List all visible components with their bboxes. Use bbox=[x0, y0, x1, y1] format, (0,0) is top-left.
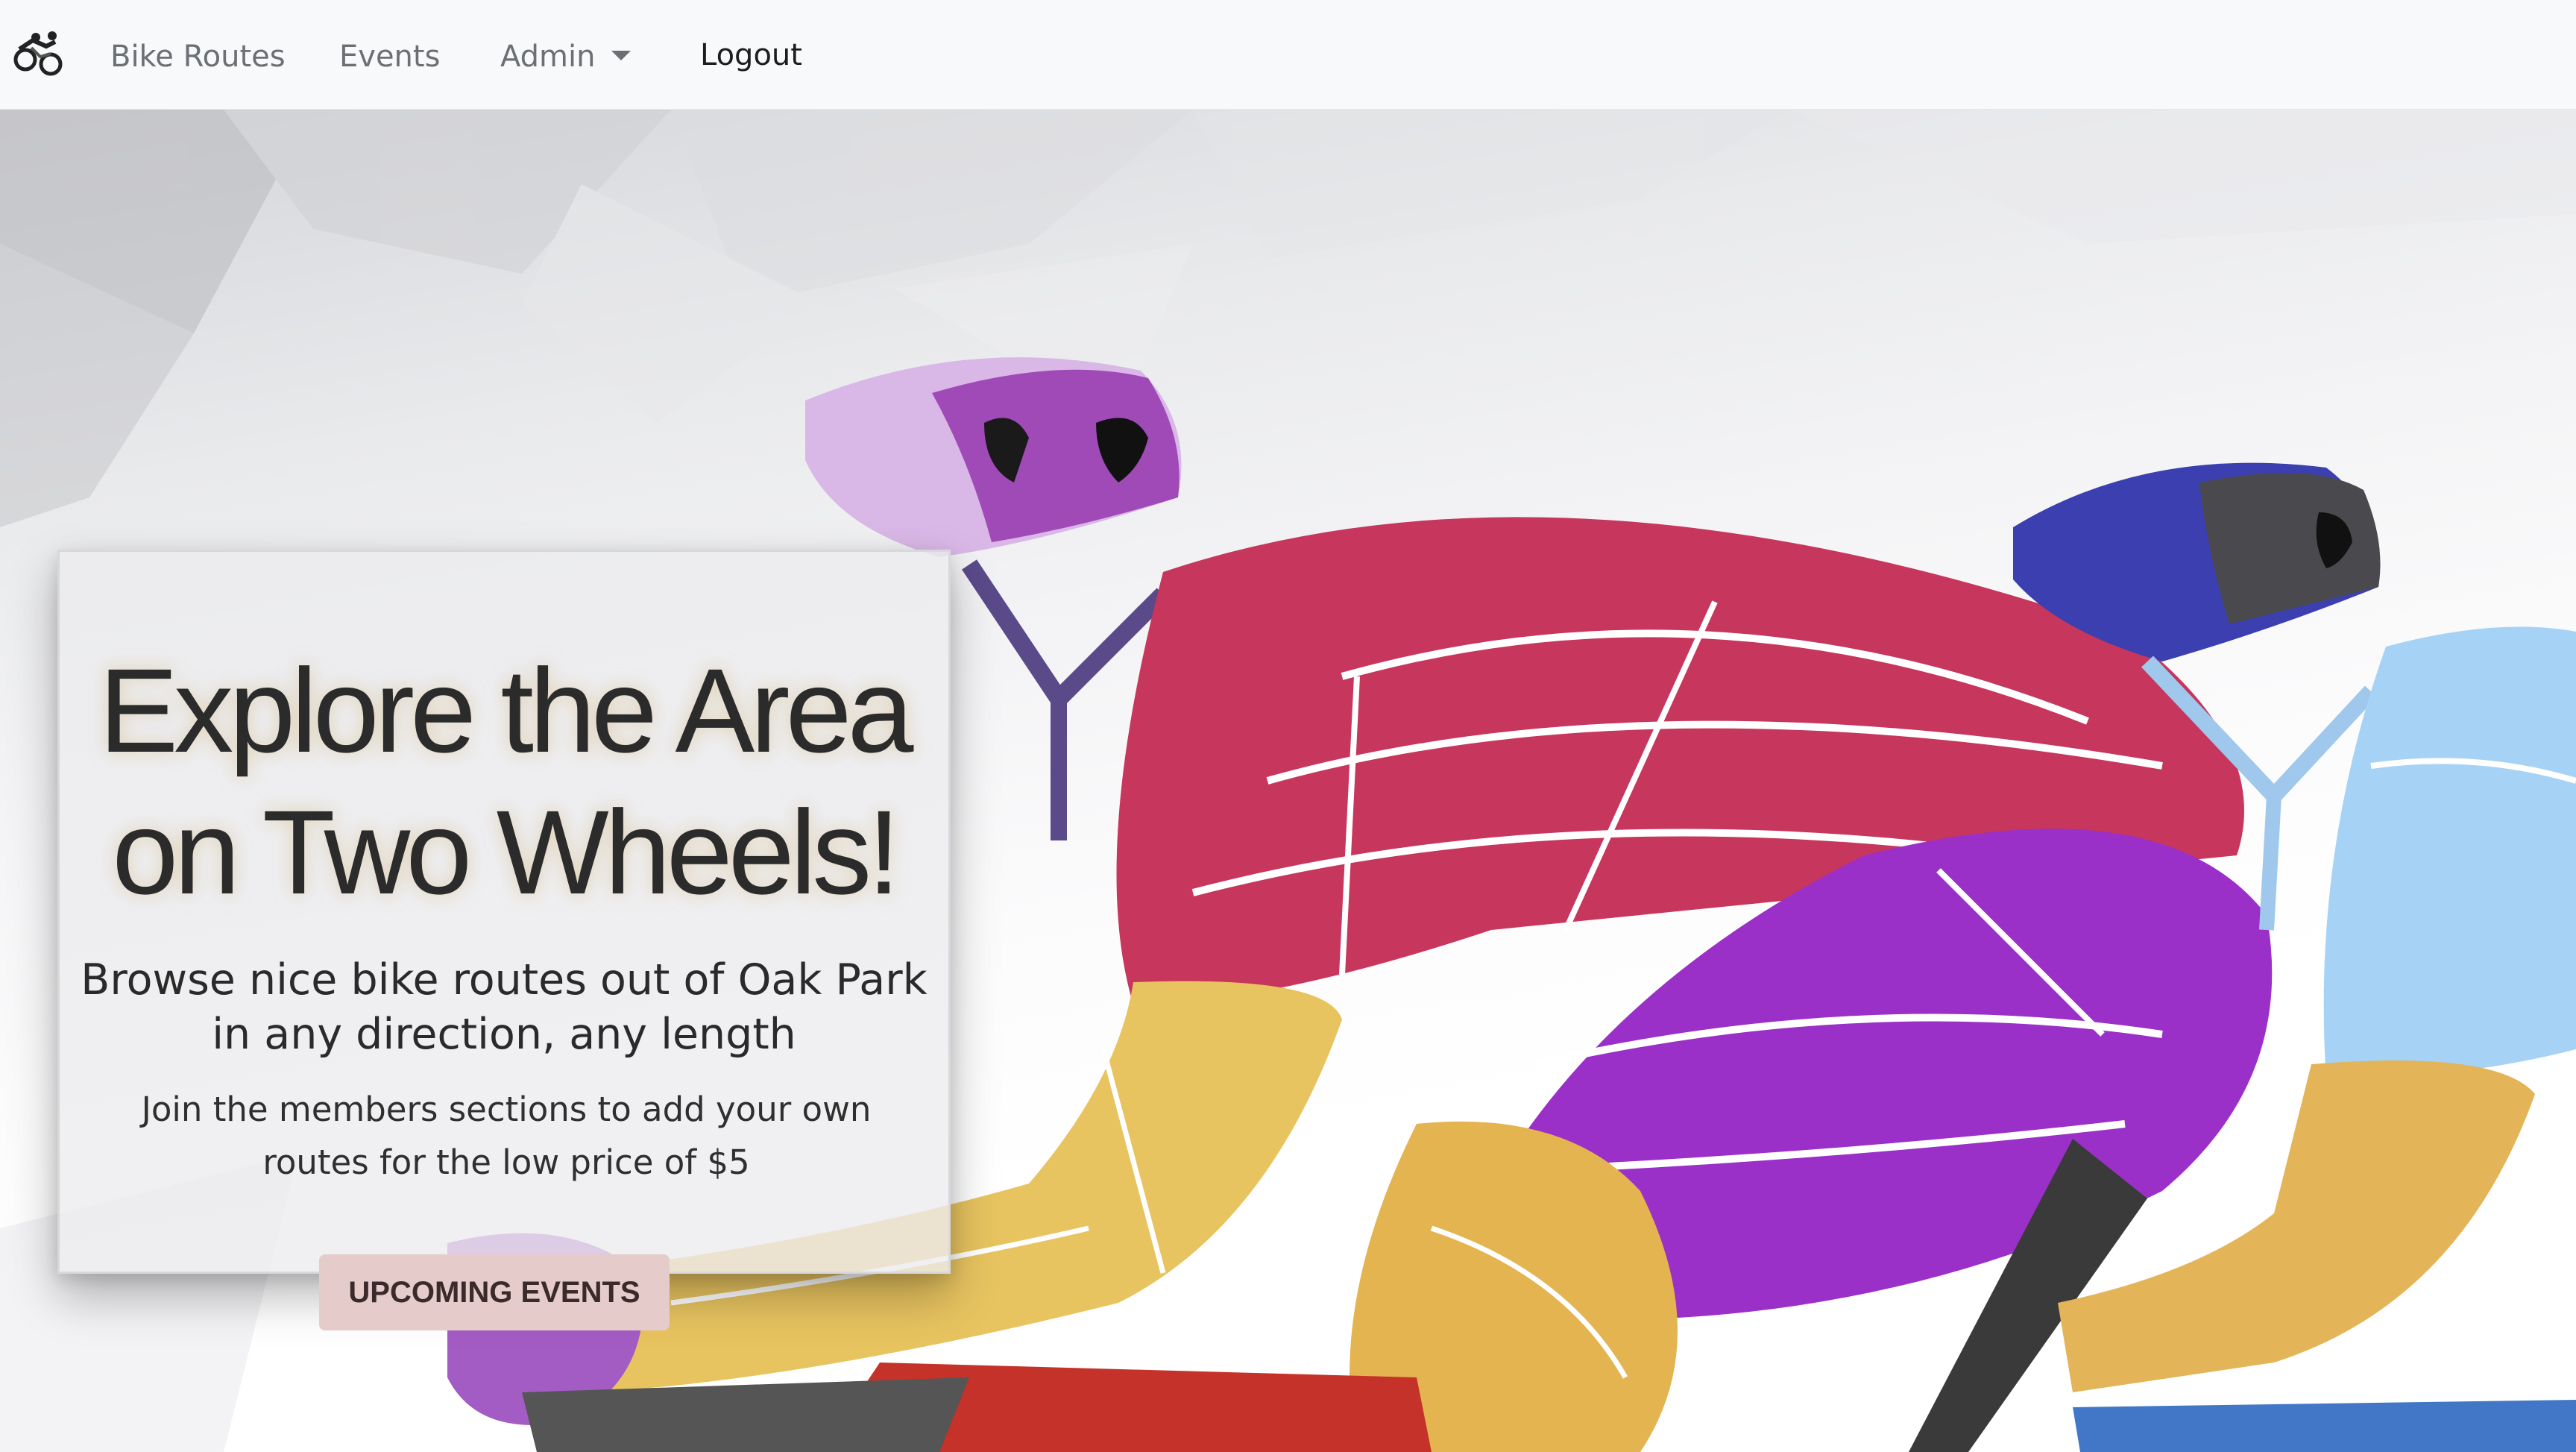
nav-events[interactable]: Events bbox=[339, 33, 440, 81]
hero-lead-text: Browse nice bike routes out of Oak Park … bbox=[81, 955, 928, 1059]
nav-bike-routes[interactable]: Bike Routes bbox=[110, 33, 286, 81]
brand-logo-icon[interactable] bbox=[10, 27, 67, 84]
nav-admin-dropdown[interactable]: Admin bbox=[500, 33, 632, 81]
top-navbar: Bike Routes Events Admin Logout bbox=[0, 0, 2576, 110]
hero-title: Explore the Area on Two Wheels! bbox=[98, 644, 914, 919]
hero-section: Explore the Area on Two Wheels! Browse n… bbox=[0, 110, 2576, 1452]
upcoming-events-button[interactable]: UPCOMING EVENTS bbox=[319, 1254, 670, 1330]
chevron-down-icon bbox=[611, 50, 632, 60]
cyclists-logo-icon bbox=[13, 31, 63, 76]
hero-card: Explore the Area on Two Wheels! Browse n… bbox=[57, 550, 951, 1274]
nav-admin-label: Admin bbox=[500, 40, 596, 74]
hero-sub-text: Join the members sections to add your ow… bbox=[141, 1090, 872, 1182]
nav-logout[interactable]: Logout bbox=[700, 31, 802, 79]
